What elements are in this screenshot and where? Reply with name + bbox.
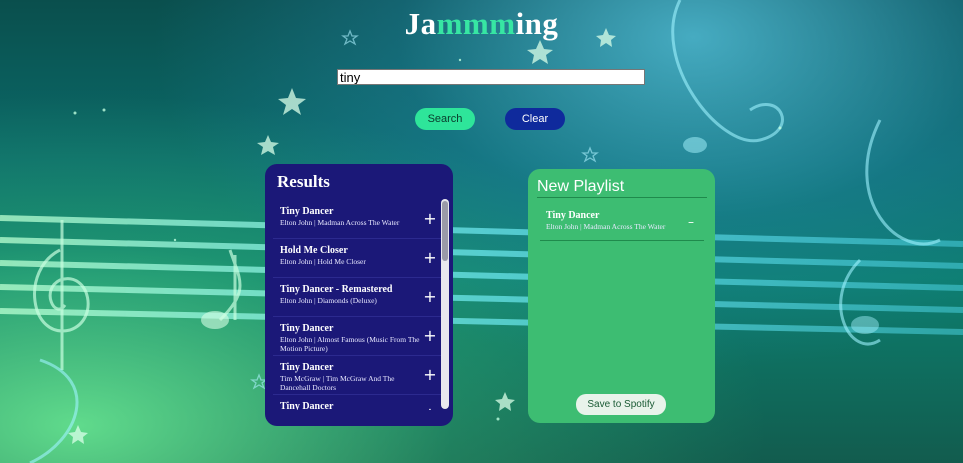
track-name: Hold Me Closer <box>280 245 348 256</box>
result-track-row: Tiny Dancer - Remastered Elton John | Di… <box>273 278 441 317</box>
track-artist-album: Elton John | Madman Across The Water <box>280 218 400 227</box>
playlist-panel: Tiny Dancer Elton John | Madman Across T… <box>528 169 715 423</box>
result-track-row: Tiny Dancer Elton John | Almost Famous (… <box>273 317 441 356</box>
results-scrollbar[interactable] <box>441 199 449 409</box>
remove-track-button[interactable]: – <box>688 215 694 229</box>
add-track-button[interactable]: + <box>423 289 437 305</box>
clear-button[interactable]: Clear <box>505 108 565 130</box>
add-track-button[interactable]: + <box>423 367 437 383</box>
results-list: Tiny Dancer Elton John | Madman Across T… <box>273 200 441 410</box>
track-artist-album: Elton John | Almost Famous (Music From T… <box>280 335 420 353</box>
search-input[interactable] <box>337 69 645 85</box>
track-name: Tiny Dancer - Remastered <box>280 284 393 295</box>
result-track-row: Hold Me Closer Elton John | Hold Me Clos… <box>273 239 441 278</box>
track-name: Tiny Dancer <box>280 323 334 334</box>
title-prefix: Ja <box>404 6 437 41</box>
track-name: Tiny Dancer <box>280 401 334 410</box>
track-artist-album: Elton John | Diamonds (Deluxe) <box>280 296 377 305</box>
results-panel: Results Tiny Dancer Elton John | Madman … <box>265 164 453 426</box>
title-accent: mmm <box>436 6 516 41</box>
title-suffix: ing <box>515 6 559 41</box>
add-track-button[interactable]: + <box>423 406 437 411</box>
track-name: Tiny Dancer <box>546 210 600 221</box>
add-track-button[interactable]: + <box>423 328 437 344</box>
save-to-spotify-button[interactable]: Save to Spotify <box>576 394 666 415</box>
result-track-row: Tiny Dancer Elton John | Madman Across T… <box>273 200 441 239</box>
track-artist-album: Elton John | Hold Me Closer <box>280 257 366 266</box>
playlist-track-row: Tiny Dancer Elton John | Madman Across T… <box>540 206 704 241</box>
track-artist-album: Tim McGraw | Tim McGraw And The Dancehal… <box>280 374 395 392</box>
add-track-button[interactable]: + <box>423 211 437 227</box>
search-button[interactable]: Search <box>415 108 475 130</box>
add-track-button[interactable]: + <box>423 250 437 266</box>
playlist-name-input[interactable] <box>537 177 707 198</box>
result-track-row: Tiny Dancer + <box>273 395 441 410</box>
result-track-row: Tiny Dancer Tim McGraw | Tim McGraw And … <box>273 356 441 395</box>
track-name: Tiny Dancer <box>280 206 334 217</box>
track-name: Tiny Dancer <box>280 362 334 373</box>
results-title: Results <box>277 172 330 191</box>
scrollbar-thumb[interactable] <box>442 201 448 261</box>
track-artist-album: Elton John | Madman Across The Water <box>546 222 666 231</box>
app-title: Jammming <box>0 6 963 42</box>
